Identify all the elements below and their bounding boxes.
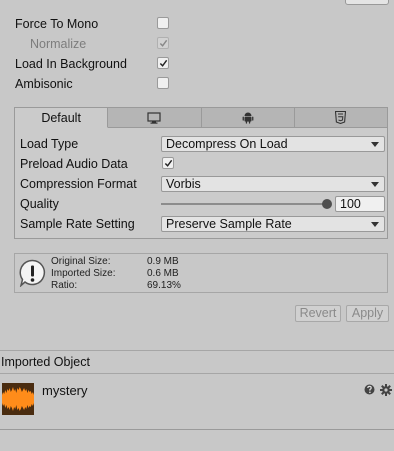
checkmark-icon (159, 39, 168, 47)
original-size-value: 0.9 MB (147, 256, 179, 267)
chevron-down-icon (371, 182, 379, 187)
checkmark-icon (164, 159, 173, 167)
object-name: mystery (42, 383, 88, 398)
waveform-icon (2, 383, 34, 415)
revert-button[interactable]: Revert (295, 305, 341, 322)
divider (0, 429, 394, 430)
load-type-label: Load Type (20, 137, 79, 151)
sample-rate-setting-dropdown[interactable]: Preserve Sample Rate (161, 216, 385, 232)
html5-icon (335, 111, 347, 124)
load-in-background-checkbox[interactable] (157, 57, 169, 69)
imported-size-label: Imported Size: (51, 268, 116, 279)
gear-icon[interactable] (380, 384, 392, 396)
quality-value: 100 (340, 197, 361, 211)
ratio-label: Ratio: (51, 280, 78, 291)
imported-object-row: mystery (0, 374, 394, 424)
compression-format-label: Compression Format (20, 177, 137, 191)
load-type-value: Decompress On Load (166, 137, 288, 151)
ratio-value: 69.13% (147, 280, 181, 291)
quality-input[interactable]: 100 (335, 196, 385, 212)
compression-format-value: Vorbis (166, 177, 201, 191)
ambisonic-label: Ambisonic (15, 77, 73, 91)
tab-webgl[interactable] (294, 108, 387, 128)
imported-object-header: Imported Object (0, 350, 394, 374)
android-icon (242, 112, 254, 124)
tab-android[interactable] (201, 108, 295, 128)
info-icon (19, 259, 46, 287)
platform-settings-panel: Default Load Type Decompress On Load Pre… (14, 107, 388, 239)
monitor-icon (147, 111, 161, 124)
sample-rate-setting-value: Preserve Sample Rate (166, 217, 292, 231)
chevron-down-icon (371, 142, 379, 147)
checkmark-icon (159, 59, 168, 67)
load-type-dropdown[interactable]: Decompress On Load (161, 136, 385, 152)
tab-default-label: Default (41, 110, 81, 125)
top-partial-button[interactable] (345, 0, 389, 5)
apply-button[interactable]: Apply (346, 305, 389, 322)
preload-audio-data-label: Preload Audio Data (20, 157, 128, 171)
load-in-background-label: Load In Background (15, 57, 127, 71)
quality-label: Quality (20, 197, 59, 211)
tab-default[interactable]: Default (15, 108, 109, 128)
normalize-checkbox (157, 37, 169, 49)
tab-standalone[interactable] (108, 108, 202, 128)
preload-audio-data-checkbox[interactable] (162, 157, 174, 169)
force-to-mono-checkbox[interactable] (157, 17, 169, 29)
quality-slider-track[interactable] (161, 203, 327, 205)
platform-tab-bar: Default (15, 108, 387, 128)
ambisonic-checkbox[interactable] (157, 77, 169, 89)
chevron-down-icon (371, 222, 379, 227)
normalize-label: Normalize (30, 37, 87, 51)
size-info-box: Original Size: 0.9 MB Imported Size: 0.6… (14, 253, 388, 293)
quality-slider-handle[interactable] (322, 199, 332, 209)
force-to-mono-label: Force To Mono (15, 17, 99, 31)
imported-size-value: 0.6 MB (147, 268, 179, 279)
help-icon[interactable] (364, 384, 375, 395)
sample-rate-setting-label: Sample Rate Setting (20, 217, 135, 231)
compression-format-dropdown[interactable]: Vorbis (161, 176, 385, 192)
original-size-label: Original Size: (51, 256, 111, 267)
audio-waveform-thumbnail (2, 383, 34, 415)
